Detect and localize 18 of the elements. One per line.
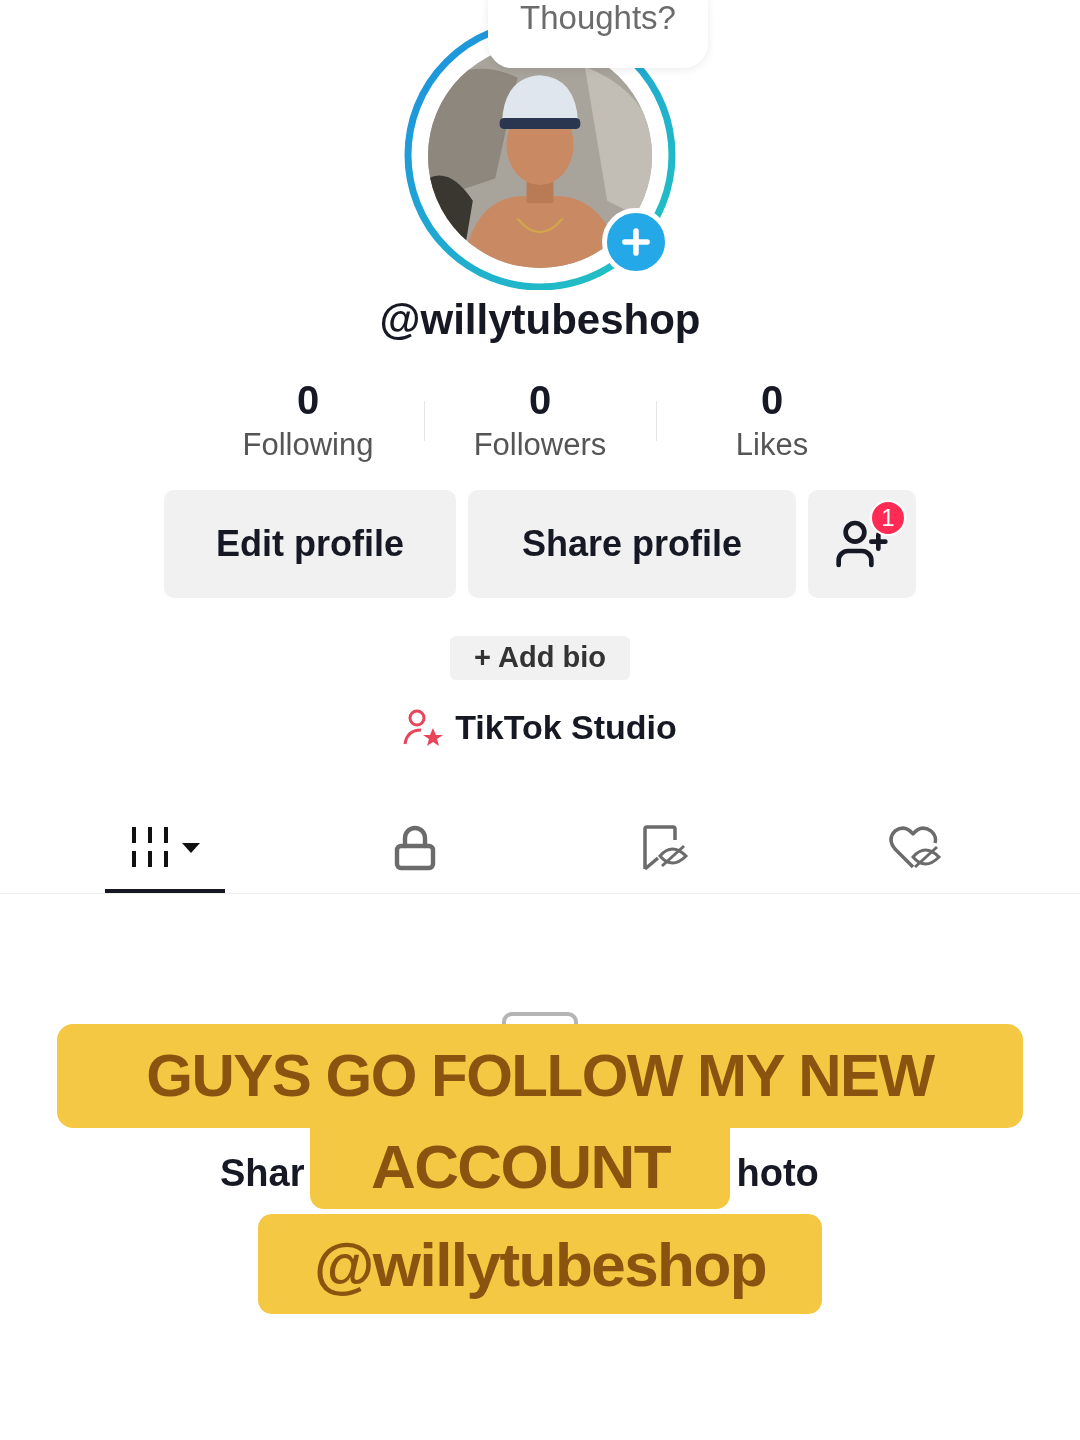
notification-badge: 1 xyxy=(870,500,906,536)
stat-label: Followers xyxy=(473,426,607,464)
studio-link[interactable]: TikTok Studio xyxy=(455,702,677,753)
note-bubble[interactable]: Thoughts? xyxy=(488,0,708,68)
edit-profile-button[interactable]: Edit profile xyxy=(164,490,456,598)
stat-value: 0 xyxy=(528,377,552,424)
add-bio-button[interactable]: + Add bio xyxy=(450,636,630,680)
empty-state-text: Shar xyxy=(220,1150,305,1196)
username: @willytubeshop xyxy=(379,295,701,345)
stat-value: 0 xyxy=(760,377,784,424)
empty-state-text: hoto xyxy=(736,1150,819,1196)
stat-label: Following xyxy=(242,426,374,464)
stat-value: 0 xyxy=(296,377,320,424)
stat-label: Likes xyxy=(735,426,809,464)
share-profile-button[interactable]: Share profile xyxy=(468,490,796,598)
heart-hidden-icon xyxy=(887,825,943,871)
add-friends-button[interactable]: 1 xyxy=(808,490,916,598)
bookmark-hidden-icon xyxy=(640,824,690,872)
